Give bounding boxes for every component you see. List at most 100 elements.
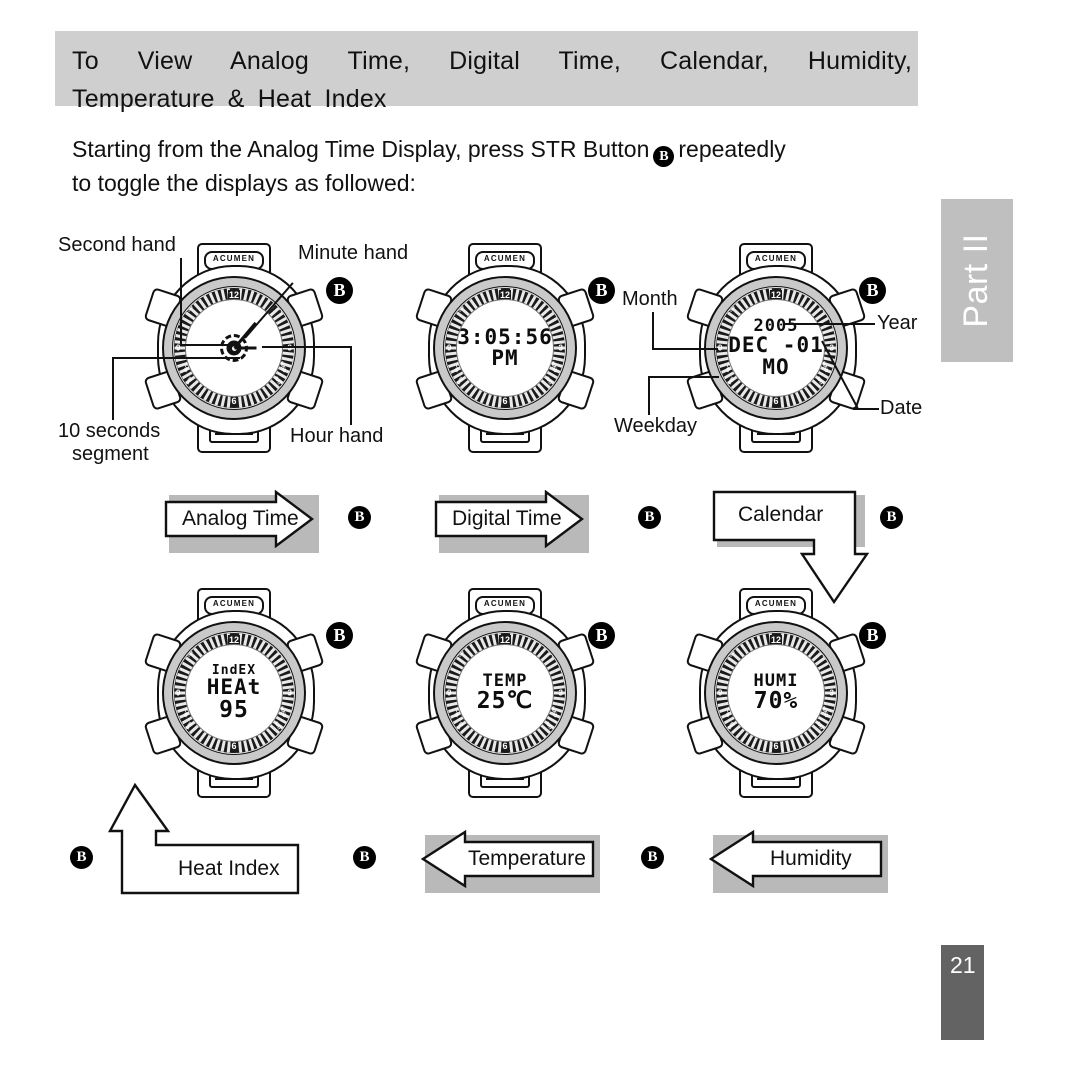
manual-page: To View Analog Time, Digital Time, Calen… — [0, 0, 1080, 1080]
flow-label-digital-time: Digital Time — [452, 507, 562, 530]
bezel-label-6: 6 — [772, 741, 780, 751]
watch-button-marker-heat[interactable]: B — [326, 622, 353, 649]
callout-ten-seconds-segment: 10 seconds segment — [58, 420, 160, 466]
intro-text-after: repeatedly — [678, 136, 786, 162]
callout-ten-seconds-line1: 10 seconds — [58, 420, 161, 442]
page-title-line2: Temperature & Heat Index — [72, 85, 387, 113]
bezel-label-3: 3 — [829, 343, 834, 353]
flow-arrow-analog-time[interactable]: Analog Time — [164, 490, 319, 553]
lcd-line: MO — [762, 354, 790, 379]
leader-month-h — [652, 348, 718, 350]
leader-ten-seconds-h — [112, 357, 240, 359]
watch-dial: IndEX HEAt 95 — [185, 644, 283, 742]
flow-arrow-heat-index[interactable]: Heat Index — [100, 783, 300, 895]
part-tab-label: Part II — [957, 233, 995, 328]
lcd-line: PM — [491, 346, 519, 370]
bezel-label-6: 6 — [501, 741, 509, 751]
bezel-label-3: 3 — [287, 343, 292, 353]
bezel-label-6: 6 — [501, 396, 509, 406]
bezel-label-9: 9 — [718, 688, 723, 698]
str-button-icon: B — [653, 146, 675, 167]
flow-arrow-digital-time[interactable]: Digital Time — [434, 490, 589, 553]
flow-button-5[interactable]: B — [353, 846, 376, 869]
flow-button-4[interactable]: B — [70, 846, 93, 869]
flow-label-temperature: Temperature — [468, 847, 586, 870]
watch-heat-index: ACUMEN 12 6 9 3 SU TH MON FRI WED SAT IndEX HEAt 95 — [143, 588, 325, 798]
lcd-line: 95 — [219, 696, 249, 723]
watch-hands — [186, 300, 282, 396]
bezel-label-6: 6 — [230, 741, 238, 751]
bezel-label-6: 6 — [772, 396, 780, 406]
watch-dial: 3:05:56 PM — [456, 299, 554, 397]
bezel-label-9: 9 — [447, 688, 452, 698]
page-number-value: 21 — [950, 952, 976, 978]
leader-hour-hand-v — [350, 347, 352, 425]
intro-line-1: Starting from the Analog Time Display, p… — [72, 133, 932, 167]
watch-humidity: ACUMEN 12 6 9 3 SU TH MON FRI WED SAT HUMI 70% — [685, 588, 867, 798]
watch-dial: 2005 DEC -01 MO — [727, 299, 825, 397]
callout-second-hand: Second hand — [58, 234, 176, 256]
leader-second-hand-h — [180, 344, 240, 346]
callout-ten-seconds-line2: segment — [72, 443, 149, 465]
watch-lcd-display: TEMP 25℃ — [457, 645, 553, 741]
leader-hour-hand-h — [262, 346, 352, 348]
flow-label-analog-time: Analog Time — [182, 507, 299, 530]
watch-lcd-display: 2005 DEC -01 MO — [728, 300, 824, 396]
flow-arrow-calendar[interactable]: Calendar — [712, 490, 870, 605]
callout-year: Year — [877, 312, 918, 334]
flow-button-1[interactable]: B — [348, 506, 371, 529]
flow-label-humidity: Humidity — [770, 847, 852, 870]
bezel-label-3: 3 — [287, 688, 292, 698]
page-title-line1: To View Analog Time, Digital Time, Calen… — [72, 47, 912, 75]
lcd-line: 25℃ — [476, 687, 534, 714]
watch-button-marker-calendar[interactable]: B — [859, 277, 886, 304]
watch-analog-time: ACUMEN 12 6 9 3 SU TH MON FRI WED SAT — [143, 243, 325, 453]
leader-weekday-v — [648, 377, 650, 415]
lcd-line: DEC -01 — [728, 333, 824, 358]
lcd-line: HEAt — [206, 675, 262, 700]
callout-month: Month — [622, 288, 678, 310]
intro-line-2: to toggle the displays as followed: — [72, 170, 416, 196]
watch-dial — [185, 299, 283, 397]
flow-label-heat-index: Heat Index — [178, 857, 280, 880]
flow-button-6[interactable]: B — [641, 846, 664, 869]
leader-ten-seconds-v — [112, 358, 114, 420]
watch-button-marker-temp[interactable]: B — [588, 622, 615, 649]
flow-arrow-temperature[interactable]: Temperature — [420, 830, 600, 893]
watch-lcd-display: HUMI 70% — [728, 645, 824, 741]
intro-paragraph: Starting from the Analog Time Display, p… — [72, 133, 932, 200]
bezel-label-9: 9 — [176, 688, 181, 698]
bezel-label-9: 9 — [718, 343, 723, 353]
flow-button-3[interactable]: B — [880, 506, 903, 529]
watch-button-marker-humi[interactable]: B — [859, 622, 886, 649]
leader-year-h — [783, 323, 875, 325]
watch-button-marker-analog[interactable]: B — [326, 277, 353, 304]
page-title: To View Analog Time, Digital Time, Calen… — [72, 42, 917, 118]
watch-dial: HUMI 70% — [727, 644, 825, 742]
leader-month-v — [652, 312, 654, 349]
watch-dial: TEMP 25℃ — [456, 644, 554, 742]
watch-lcd-display: 3:05:56 PM — [457, 300, 553, 396]
leader-second-hand-v — [180, 258, 182, 345]
watch-temperature: ACUMEN 12 6 9 3 SU TH MON FRI WED SAT TEMP 25℃ — [414, 588, 596, 798]
bezel-label-3: 3 — [558, 688, 563, 698]
page-number-badge: 21 — [941, 945, 984, 1040]
hour-hand — [234, 346, 256, 350]
part-tab: Part II — [941, 199, 1013, 362]
lcd-line: 70% — [753, 687, 799, 714]
callout-weekday: Weekday — [614, 415, 698, 437]
flow-label-calendar: Calendar — [738, 503, 824, 526]
bezel-label-6: 6 — [230, 396, 238, 406]
callout-date: Date — [880, 397, 923, 419]
bezel-label-3: 3 — [829, 688, 834, 698]
lcd-line: 3:05:56 — [457, 324, 553, 349]
flow-button-2[interactable]: B — [638, 506, 661, 529]
bezel-label-9: 9 — [447, 343, 452, 353]
flow-arrow-humidity[interactable]: Humidity — [708, 830, 888, 893]
watch-lcd-display: IndEX HEAt 95 — [186, 645, 282, 741]
watch-button-marker-digital[interactable]: B — [588, 277, 615, 304]
leader-weekday-h — [648, 376, 719, 378]
bezel-label-3: 3 — [558, 343, 563, 353]
callout-minute-hand: Minute hand — [298, 242, 409, 264]
watch-digital-time: ACUMEN 12 6 9 3 SU TH MON FRI WED SAT 3:05:56 PM — [414, 243, 596, 453]
